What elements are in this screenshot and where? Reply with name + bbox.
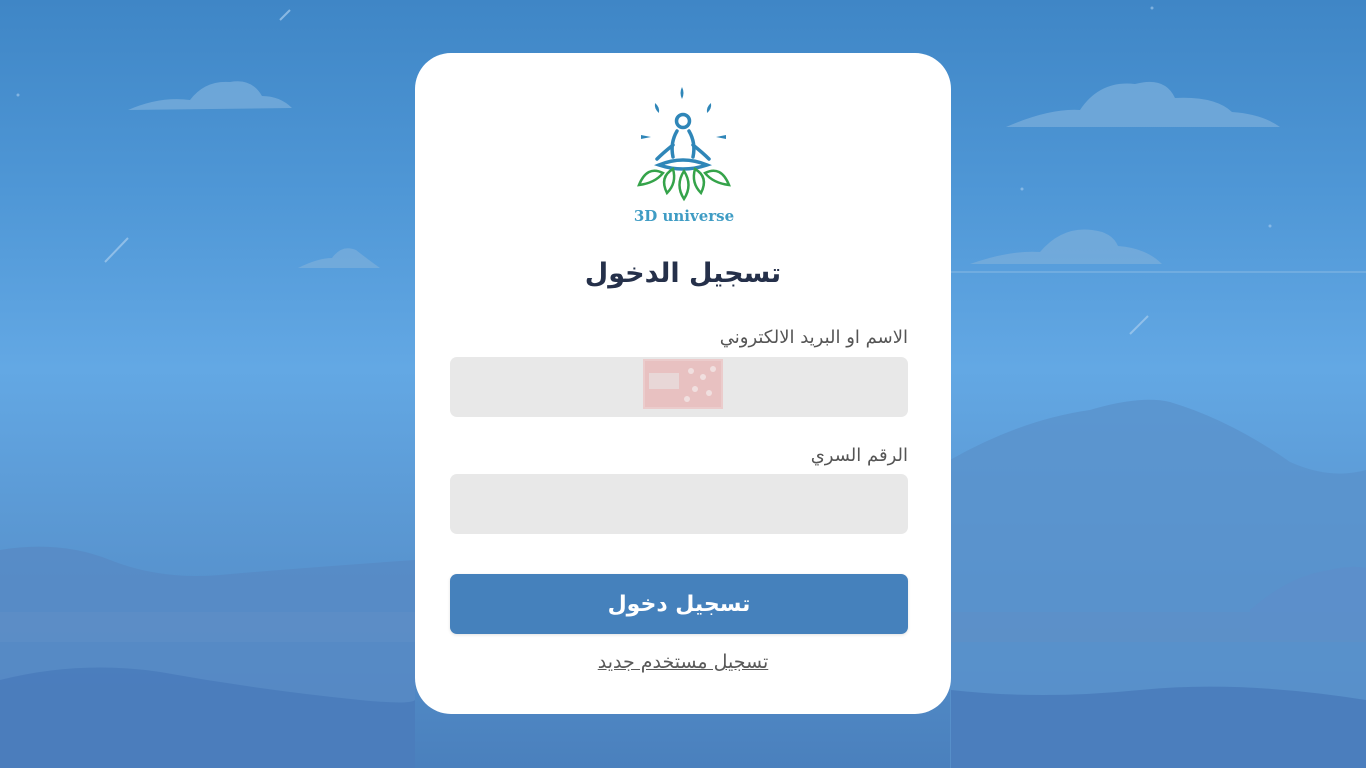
brand-name: 3D universe bbox=[634, 207, 734, 225]
autofill-badge-icon[interactable] bbox=[643, 359, 723, 409]
username-label: الاسم او البريد الالكتروني bbox=[719, 327, 908, 348]
password-label: الرقم السري bbox=[810, 445, 908, 466]
login-button[interactable]: تسجيل دخول bbox=[450, 574, 908, 634]
password-input[interactable] bbox=[450, 474, 908, 534]
brand-logo: 3D universe bbox=[629, 85, 739, 225]
register-link[interactable]: تسجيل مستخدم جديد bbox=[415, 651, 951, 673]
meditation-lotus-logo-icon: 3D universe bbox=[634, 87, 734, 225]
page-title: تسجيل الدخول bbox=[584, 258, 782, 289]
login-card: 3D universe تسجيل الدخول الاسم او البريد… bbox=[415, 53, 951, 714]
